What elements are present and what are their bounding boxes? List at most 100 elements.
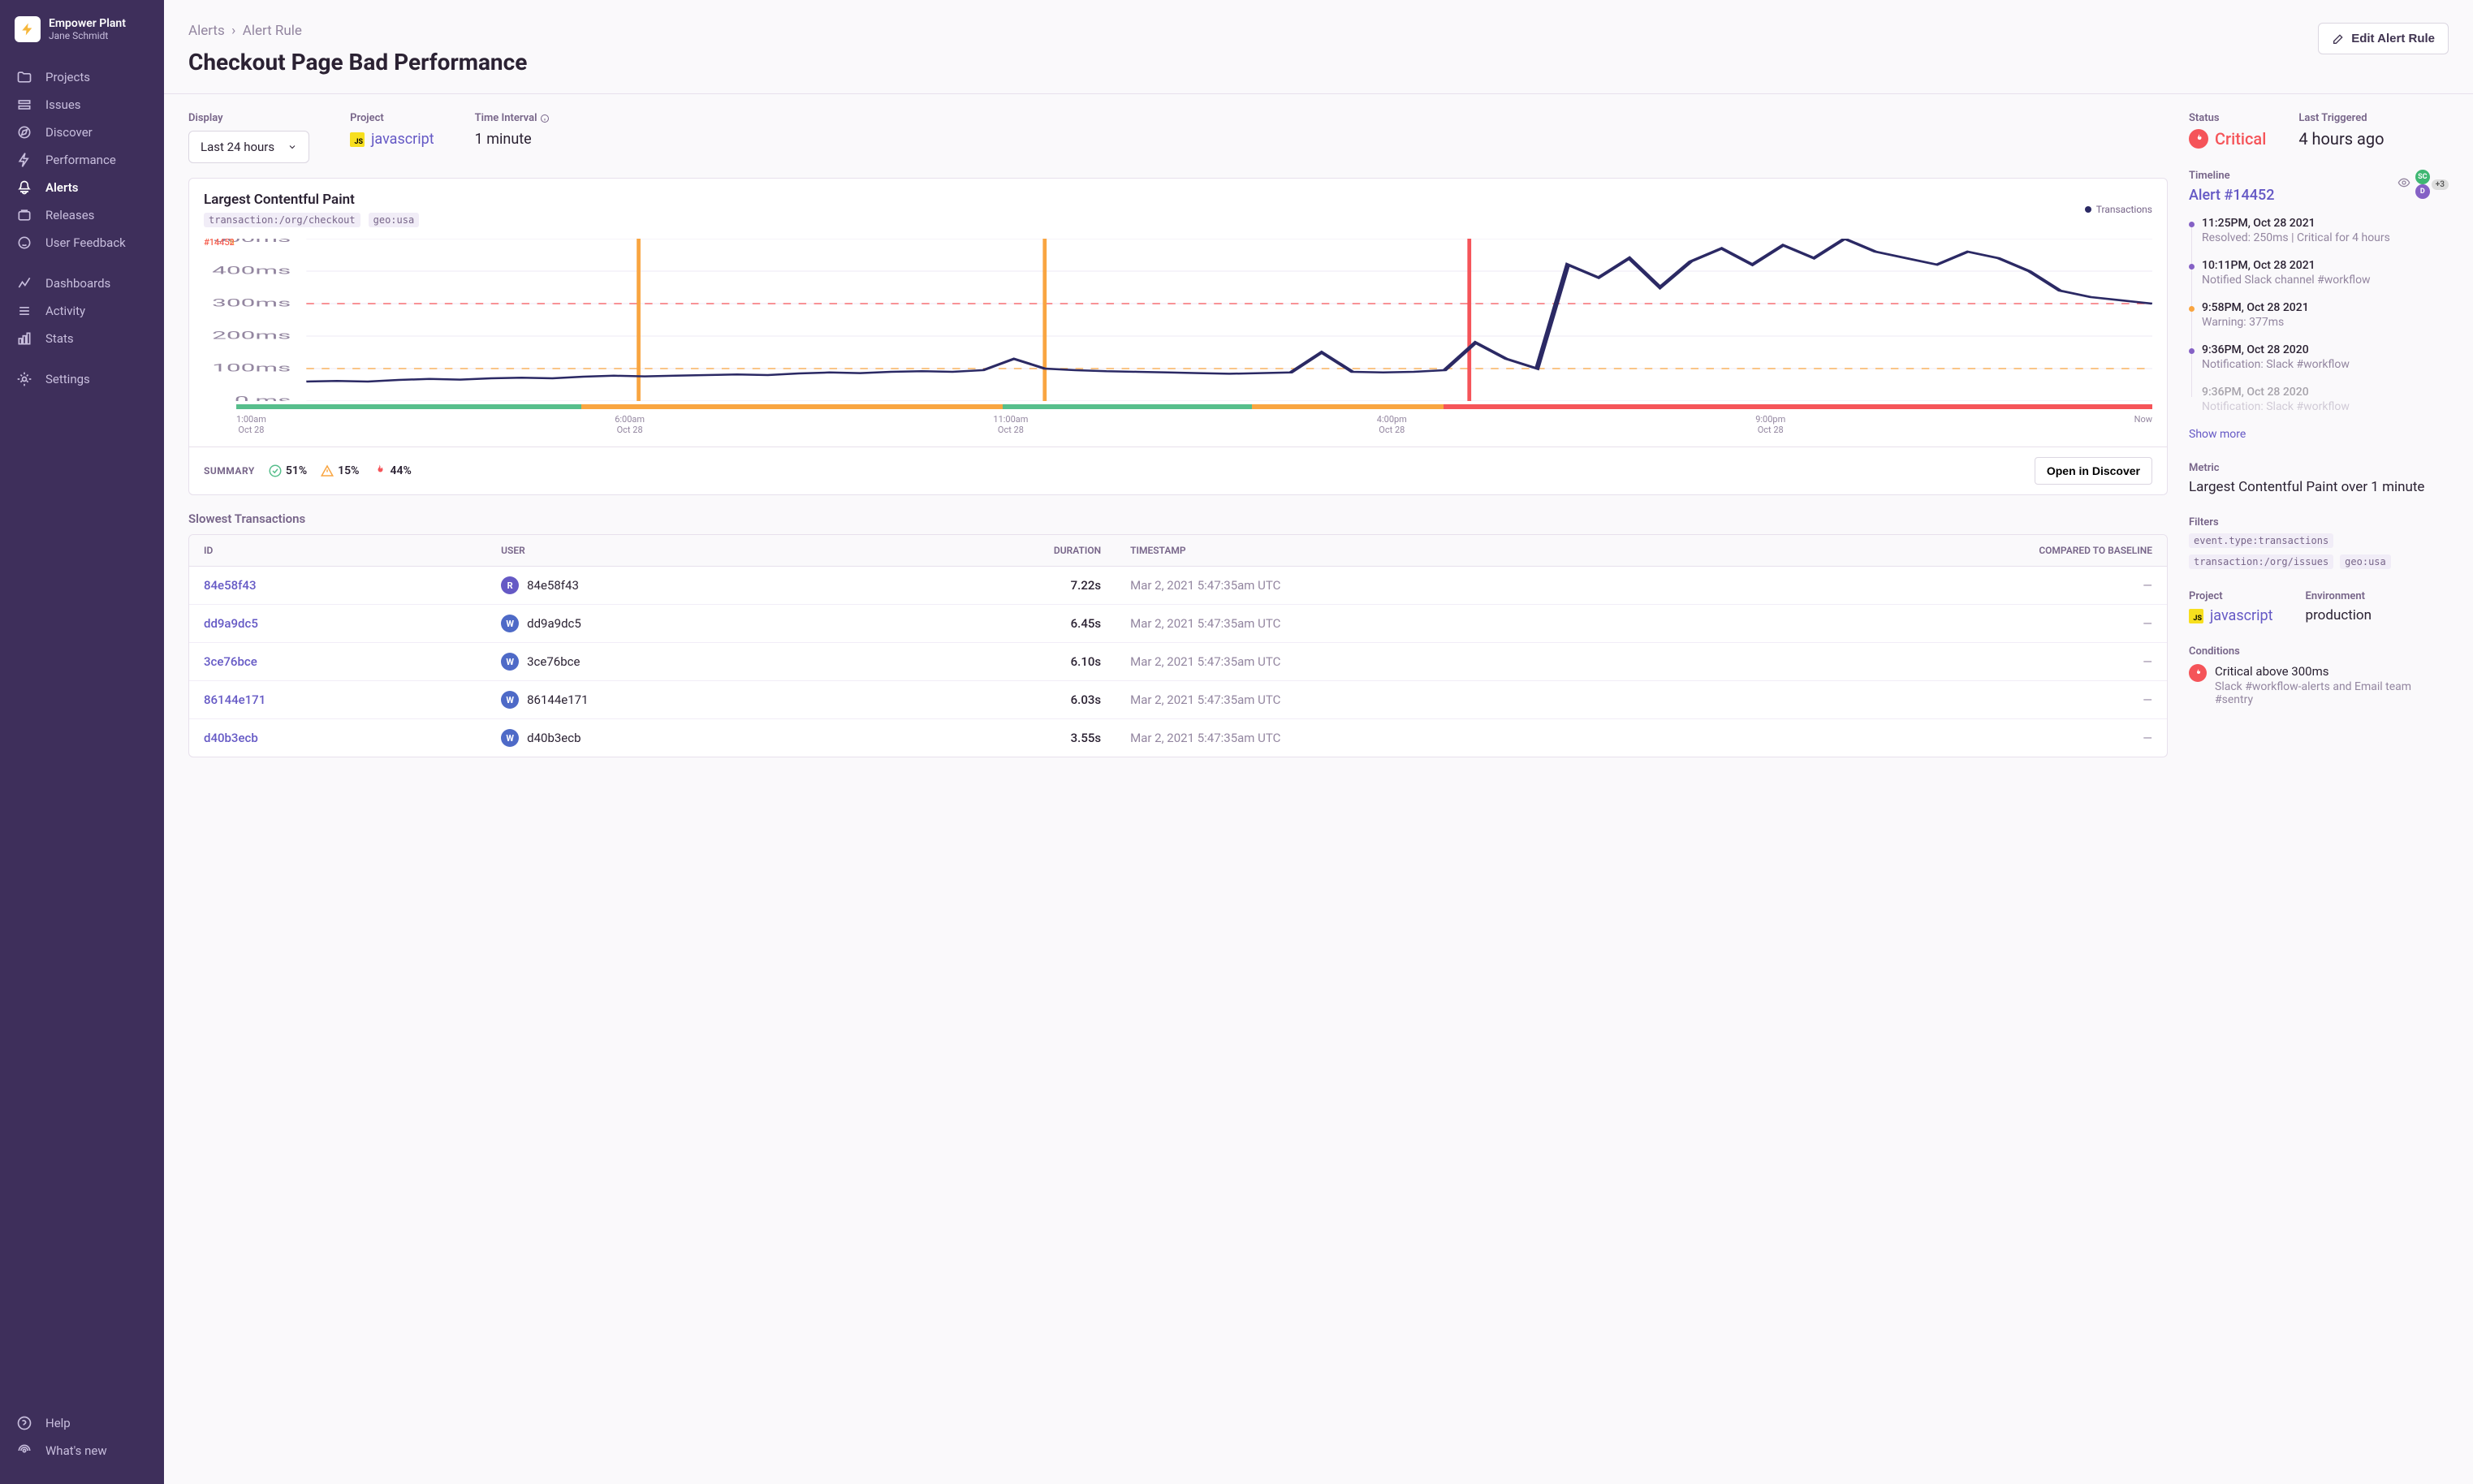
timeline-item[interactable]: 9:36PM, Oct 28 2020 Notification: Slack … xyxy=(2202,343,2449,371)
timeline-item[interactable]: 9:58PM, Oct 28 2021 Warning: 377ms xyxy=(2202,301,2449,329)
project-label-r: Project xyxy=(2189,590,2273,602)
baseline-cell: — xyxy=(1702,605,2167,643)
chevron-down-icon xyxy=(287,142,297,152)
show-more-link[interactable]: Show more xyxy=(2189,428,2246,441)
chart-svg: 0 ms100ms200ms300ms400ms500ms xyxy=(204,239,2152,401)
feedback-icon xyxy=(16,235,32,251)
tl-time: 9:58PM, Oct 28 2021 xyxy=(2202,301,2449,314)
summary-ok: 51% xyxy=(268,464,307,478)
fire-icon xyxy=(372,464,386,478)
extra-badge[interactable]: +3 xyxy=(2432,179,2449,190)
status-band xyxy=(236,404,2152,409)
nav-discover[interactable]: Discover xyxy=(0,119,164,146)
js-icon: JS xyxy=(2189,609,2203,623)
th-id[interactable]: ID xyxy=(189,535,486,567)
env-value: production xyxy=(2306,607,2372,623)
tx-id-link[interactable]: d40b3ecb xyxy=(204,731,258,745)
tx-id-link[interactable]: 84e58f43 xyxy=(204,578,256,593)
breadcrumb-root[interactable]: Alerts xyxy=(188,23,225,39)
edit-alert-button[interactable]: Edit Alert Rule xyxy=(2318,23,2449,54)
user-id: 3ce76bce xyxy=(527,654,580,669)
broadcast-icon xyxy=(16,1443,32,1459)
page-title: Checkout Page Bad Performance xyxy=(188,49,527,75)
user-id: 86144e171 xyxy=(527,692,588,707)
tx-id-link[interactable]: dd9a9dc5 xyxy=(204,616,258,631)
stats-icon xyxy=(16,330,32,347)
user-badge[interactable]: D xyxy=(2415,184,2430,199)
folder-icon xyxy=(16,69,32,85)
org-logo xyxy=(15,16,41,42)
org-header[interactable]: Empower Plant Jane Schmidt xyxy=(0,13,164,57)
user-id: dd9a9dc5 xyxy=(527,616,581,631)
timeline-item[interactable]: 10:11PM, Oct 28 2021 Notified Slack chan… xyxy=(2202,259,2449,287)
duration-cell: 3.55s xyxy=(866,719,1116,757)
slowest-title: Slowest Transactions xyxy=(188,511,2168,526)
nav-alerts[interactable]: Alerts xyxy=(0,174,164,201)
table-row[interactable]: 86144e171 W86144e171 6.03s Mar 2, 2021 5… xyxy=(189,681,2167,719)
table-row[interactable]: 84e58f43 R84e58f43 7.22s Mar 2, 2021 5:4… xyxy=(189,567,2167,605)
x-tick: 6:00amOct 28 xyxy=(615,414,645,435)
x-tick: 1:00amOct 28 xyxy=(236,414,266,435)
th-user[interactable]: USER xyxy=(486,535,866,567)
tl-time: 11:25PM, Oct 28 2021 xyxy=(2202,217,2449,230)
nav-help[interactable]: Help xyxy=(0,1409,164,1437)
warning-icon xyxy=(320,464,334,478)
js-icon: JS xyxy=(350,132,365,147)
nav-activity[interactable]: Activity xyxy=(0,297,164,325)
table-row[interactable]: d40b3ecb Wd40b3ecb 3.55s Mar 2, 2021 5:4… xyxy=(189,719,2167,757)
interval-label: Time Interval xyxy=(475,112,550,124)
tl-desc: Warning: 377ms xyxy=(2202,316,2449,329)
user-badge[interactable]: SC xyxy=(2415,170,2430,184)
timestamp-cell: Mar 2, 2021 5:47:35am UTC xyxy=(1116,643,1702,681)
list-icon xyxy=(16,303,32,319)
tl-desc: Notification: Slack #workflow xyxy=(2202,358,2449,371)
nav-issues[interactable]: Issues xyxy=(0,91,164,119)
nav-projects[interactable]: Projects xyxy=(0,63,164,91)
avatar: R xyxy=(501,576,519,594)
th-baseline[interactable]: COMPARED TO BASELINE xyxy=(1702,535,2167,567)
tx-id-link[interactable]: 86144e171 xyxy=(204,692,265,707)
timeline-item[interactable]: 11:25PM, Oct 28 2021 Resolved: 250ms | C… xyxy=(2202,217,2449,244)
tx-id-link[interactable]: 3ce76bce xyxy=(204,654,257,669)
th-timestamp[interactable]: TIMESTAMP xyxy=(1116,535,1702,567)
avatar: W xyxy=(501,729,519,747)
nav-dashboards[interactable]: Dashboards xyxy=(0,270,164,297)
duration-cell: 6.03s xyxy=(866,681,1116,719)
table-row[interactable]: dd9a9dc5 Wdd9a9dc5 6.45s Mar 2, 2021 5:4… xyxy=(189,605,2167,643)
nav-stats[interactable]: Stats xyxy=(0,325,164,352)
help-icon xyxy=(16,1415,32,1431)
filters-label: Filters xyxy=(2189,516,2449,528)
project-link-r[interactable]: javascript xyxy=(2210,607,2273,624)
last-triggered-value: 4 hours ago xyxy=(2298,129,2384,149)
duration-cell: 7.22s xyxy=(866,567,1116,605)
timeline-label: Timeline xyxy=(2189,170,2274,182)
chart-tag: transaction:/org/checkout xyxy=(204,213,360,227)
interval-value: 1 minute xyxy=(475,131,550,148)
open-discover-button[interactable]: Open in Discover xyxy=(2035,457,2152,485)
page-header: Alerts › Alert Rule Checkout Page Bad Pe… xyxy=(164,0,2473,94)
chart-tag: geo:usa xyxy=(369,213,420,227)
timestamp-cell: Mar 2, 2021 5:47:35am UTC xyxy=(1116,681,1702,719)
nav-whatsnew[interactable]: What's new xyxy=(0,1437,164,1465)
main-content: Alerts › Alert Rule Checkout Page Bad Pe… xyxy=(164,0,2473,1484)
metric-value: Largest Contentful Paint over 1 minute xyxy=(2189,479,2449,495)
project-link[interactable]: javascript xyxy=(371,131,434,148)
breadcrumb: Alerts › Alert Rule xyxy=(188,23,527,39)
nav-feedback[interactable]: User Feedback xyxy=(0,229,164,257)
nav-releases[interactable]: Releases xyxy=(0,201,164,229)
nav-settings[interactable]: Settings xyxy=(0,365,164,393)
org-name: Empower Plant xyxy=(49,17,126,30)
alert-id-link[interactable]: Alert #14452 xyxy=(2189,187,2274,204)
releases-icon xyxy=(16,207,32,223)
discover-icon xyxy=(16,124,32,140)
table-row[interactable]: 3ce76bce W3ce76bce 6.10s Mar 2, 2021 5:4… xyxy=(189,643,2167,681)
th-duration[interactable]: DURATION xyxy=(866,535,1116,567)
pencil-icon xyxy=(2332,32,2345,45)
x-tick: 4:00pmOct 28 xyxy=(1377,414,1407,435)
tl-time: 9:36PM, Oct 28 2020 xyxy=(2202,343,2449,356)
nav-performance[interactable]: Performance xyxy=(0,146,164,174)
timeline-item-faded: 9:36PM, Oct 28 2020Notification: Slack #… xyxy=(2202,386,2449,413)
display-select[interactable]: Last 24 hours xyxy=(188,131,309,163)
eye-icon[interactable] xyxy=(2397,176,2410,192)
user-id: d40b3ecb xyxy=(527,731,580,745)
